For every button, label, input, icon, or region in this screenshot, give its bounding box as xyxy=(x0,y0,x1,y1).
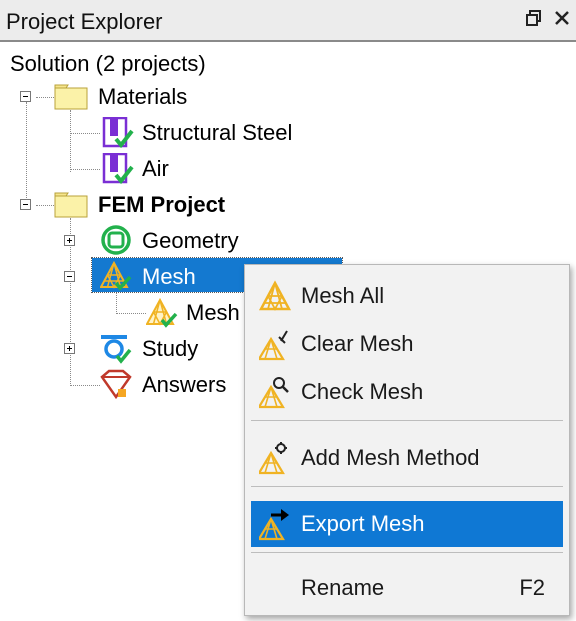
geometry-label: Geometry xyxy=(142,228,239,253)
export-mesh-icon xyxy=(259,509,289,541)
menu-separator xyxy=(251,420,563,421)
tree-item-study[interactable]: Study xyxy=(142,333,198,365)
materials-label: Materials xyxy=(98,84,188,109)
expand-geometry-toggle[interactable] xyxy=(64,235,75,246)
geometry-icon xyxy=(101,225,131,255)
tree-item-mesh-child[interactable]: Mesh xyxy=(186,297,240,329)
tree-item-answers[interactable]: Answers xyxy=(142,369,226,401)
menu-separator xyxy=(251,552,563,553)
mesh-all-label: Mesh All xyxy=(301,283,385,308)
restore-icon[interactable] xyxy=(524,8,544,28)
answers-icon xyxy=(100,369,132,400)
mesh-icon xyxy=(100,260,132,291)
study-icon xyxy=(101,335,132,364)
clear-mesh-icon xyxy=(259,330,288,361)
answers-label: Answers xyxy=(142,372,227,397)
context-menu: Mesh All Clear Mesh Check Mesh Add Mesh … xyxy=(244,264,570,616)
collapse-mesh-toggle[interactable] xyxy=(64,271,75,282)
collapse-materials-toggle[interactable] xyxy=(20,91,31,102)
export-mesh-label: Export Mesh xyxy=(301,511,425,536)
tree-item-fem-project[interactable]: FEM Project xyxy=(98,189,225,221)
mesh-label: Mesh xyxy=(142,264,196,289)
menu-item-mesh-all[interactable]: Mesh All xyxy=(251,273,563,319)
tree-item-structural-steel[interactable]: Structural Steel xyxy=(142,117,292,149)
tree-item-materials[interactable]: Materials xyxy=(98,81,187,113)
check-mesh-icon xyxy=(259,377,289,409)
tree-connector xyxy=(36,97,54,98)
fem-project-label: FEM Project xyxy=(98,192,226,217)
menu-item-clear-mesh[interactable]: Clear Mesh xyxy=(251,321,563,367)
rename-shortcut: F2 xyxy=(519,575,545,600)
tree-connector xyxy=(70,133,100,134)
tree-connector xyxy=(70,169,100,170)
tree-connector xyxy=(70,385,100,386)
clear-mesh-label: Clear Mesh xyxy=(301,331,414,356)
mesh-all-icon xyxy=(259,280,291,311)
menu-separator xyxy=(251,486,563,487)
folder-icon xyxy=(54,192,88,218)
panel-title: Project Explorer xyxy=(6,9,163,34)
tree-connector xyxy=(26,102,27,206)
material-icon xyxy=(102,153,134,185)
mesh-child-label: Mesh xyxy=(186,300,240,325)
tree-connector xyxy=(36,205,54,206)
tree-root[interactable]: Solution (2 projects) xyxy=(10,48,206,80)
menu-item-export-mesh[interactable]: Export Mesh xyxy=(251,501,563,547)
tree-connector xyxy=(116,290,117,312)
rename-label: Rename xyxy=(301,575,385,600)
menu-item-add-mesh-method[interactable]: Add Mesh Method xyxy=(251,435,563,481)
tree-connector xyxy=(70,110,71,172)
tree-connector xyxy=(116,313,146,314)
study-label: Study xyxy=(142,336,199,361)
panel-titlebar: Project Explorer xyxy=(0,0,576,42)
root-label: Solution (2 projects) xyxy=(10,51,206,76)
check-mesh-label: Check Mesh xyxy=(301,379,424,404)
expand-study-toggle[interactable] xyxy=(64,343,75,354)
menu-item-rename[interactable]: Rename F2 xyxy=(251,565,563,611)
mesh-method-icon xyxy=(146,297,178,328)
add-mesh-method-label: Add Mesh Method xyxy=(301,445,480,470)
close-icon[interactable] xyxy=(552,8,572,28)
structural-steel-label: Structural Steel xyxy=(142,120,293,145)
add-mesh-method-icon xyxy=(259,442,287,475)
folder-icon xyxy=(54,84,88,110)
tree-item-geometry[interactable]: Geometry xyxy=(142,225,239,257)
tree-item-air[interactable]: Air xyxy=(142,153,169,185)
material-icon xyxy=(102,117,134,149)
menu-item-check-mesh[interactable]: Check Mesh xyxy=(251,369,563,415)
tree-item-mesh[interactable]: Mesh xyxy=(142,261,196,293)
air-label: Air xyxy=(142,156,169,181)
collapse-fem-project-toggle[interactable] xyxy=(20,199,31,210)
